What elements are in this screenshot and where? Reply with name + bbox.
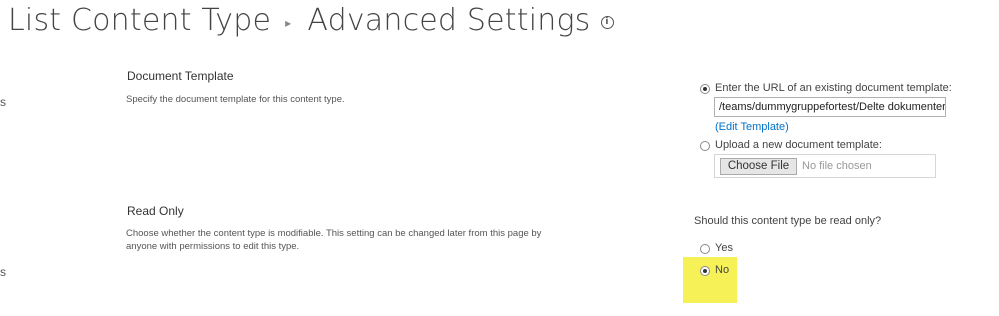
upload-option-label[interactable]: Upload a new document template: xyxy=(715,139,882,151)
read-only-no-radio[interactable] xyxy=(700,266,710,276)
choose-file-button[interactable]: Choose File xyxy=(720,158,797,175)
read-only-question: Should this content type be read only? xyxy=(694,215,882,227)
template-url-input[interactable] xyxy=(714,97,946,117)
read-only-no-label[interactable]: No xyxy=(715,264,729,276)
edit-template-link[interactable]: (Edit Template) xyxy=(715,121,789,133)
info-icon[interactable]: i xyxy=(600,15,614,29)
read-only-yes-radio[interactable] xyxy=(700,244,710,254)
breadcrumb-parent[interactable]: List Content Type xyxy=(8,3,271,38)
url-option-label[interactable]: Enter the URL of an existing document te… xyxy=(715,82,952,94)
url-option-radio[interactable] xyxy=(700,84,710,94)
file-status-text: No file chosen xyxy=(802,160,872,172)
page-title: List Content Type ▸ Advanced Settings i xyxy=(8,0,614,40)
left-nav-edge-text: s xyxy=(0,265,6,279)
read-only-title: Read Only xyxy=(127,204,184,218)
page-heading: Advanced Settings xyxy=(307,2,591,38)
document-template-description: Specify the document template for this c… xyxy=(126,94,345,105)
document-template-title: Document Template xyxy=(127,69,234,83)
upload-option-radio[interactable] xyxy=(700,141,710,151)
read-only-yes-label[interactable]: Yes xyxy=(715,242,733,254)
breadcrumb-separator-icon: ▸ xyxy=(285,16,292,30)
read-only-description-line2: anyone with permissions to edit this typ… xyxy=(126,241,300,252)
read-only-description-line1: Choose whether the content type is modif… xyxy=(126,228,542,239)
left-nav-edge-text: s xyxy=(0,95,6,109)
